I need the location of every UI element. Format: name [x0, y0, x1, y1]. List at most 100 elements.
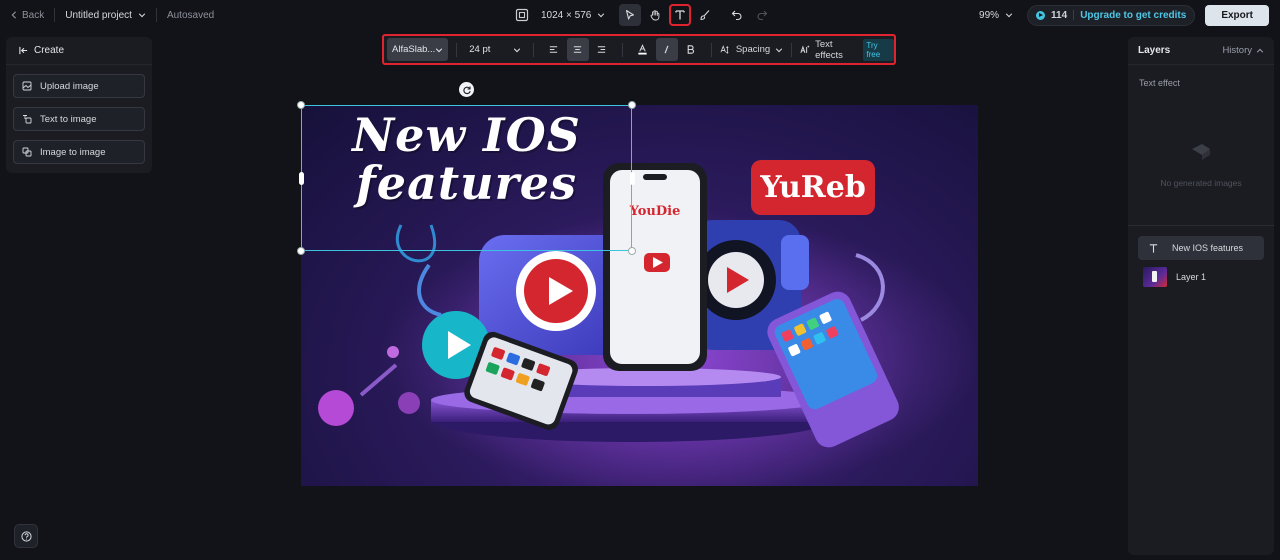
resize-handle-top-left[interactable]: [297, 101, 305, 109]
back-label: Back: [22, 9, 45, 21]
hand-icon: [650, 10, 660, 21]
text-to-image-icon: [23, 115, 32, 124]
layer-thumbnail: [1143, 267, 1167, 287]
canvas-size: 1024 × 576: [541, 9, 592, 21]
bold-icon: [688, 45, 695, 54]
upgrade-credits-button[interactable]: 114 Upgrade to get credits: [1027, 4, 1196, 26]
chevron-down-icon: [598, 13, 605, 18]
chevron-left-icon: [11, 11, 16, 19]
project-name-dropdown[interactable]: Untitled project: [65, 10, 146, 21]
align-center-icon: [574, 46, 582, 53]
text-color-icon: [638, 44, 647, 55]
top-bar-left: Back Untitled project Autosaved: [10, 0, 214, 30]
layer-item-text[interactable]: New IOS features: [1138, 236, 1264, 260]
chevron-down-icon: [436, 47, 443, 52]
history-tab[interactable]: History: [1222, 45, 1264, 56]
text-to-image-label: Text to image: [40, 113, 97, 125]
divider: [1128, 225, 1274, 226]
upload-image-button[interactable]: Upload image: [13, 74, 145, 98]
credits-icon: [1036, 10, 1046, 20]
text-selection-box[interactable]: [301, 105, 632, 251]
project-name: Untitled project: [65, 9, 132, 21]
credits-count: 114: [1051, 9, 1068, 21]
chevron-down-icon: [776, 47, 783, 52]
upgrade-label: Upgrade to get credits: [1080, 9, 1187, 21]
layer-label: New IOS features: [1172, 243, 1244, 253]
layer-item-image[interactable]: Layer 1: [1138, 265, 1264, 289]
upload-image-icon: [22, 81, 32, 91]
resize-handle-top-right[interactable]: [628, 101, 636, 109]
font-family-dropdown[interactable]: AlfaSlab...: [387, 38, 449, 61]
font-size-dropdown[interactable]: 24 pt: [465, 38, 524, 61]
image-to-image-label: Image to image: [40, 146, 106, 158]
text-color-button[interactable]: [632, 38, 654, 61]
font-family-value: AlfaSlab...: [392, 44, 436, 55]
align-center-button[interactable]: [566, 38, 589, 61]
resize-canvas-icon[interactable]: [515, 8, 529, 22]
chevron-down-icon: [513, 47, 520, 52]
sphere-large: [318, 390, 354, 426]
select-tool-button[interactable]: [619, 4, 642, 26]
collapse-left-icon: [19, 46, 28, 55]
resize-handle-left[interactable]: [299, 172, 304, 185]
sphere-tiny: [387, 346, 399, 358]
hand-tool-button[interactable]: [644, 4, 666, 26]
autosave-status: Autosaved: [166, 9, 215, 21]
top-bar-right: 99% 114 Upgrade to get credits Export: [979, 0, 1269, 30]
chevron-down-icon: [1005, 13, 1013, 18]
resize-handle-bottom-right[interactable]: [628, 247, 636, 255]
create-panel-header[interactable]: Create: [6, 37, 152, 65]
back-button[interactable]: Back: [10, 10, 44, 21]
help-icon: [20, 530, 32, 542]
bold-button[interactable]: [680, 38, 702, 61]
top-bar-center: 1024 × 576: [515, 0, 773, 30]
layers-panel: Layers History Text effect No generated …: [1128, 37, 1274, 555]
brush-tool-button[interactable]: [694, 4, 716, 26]
try-free-badge: Try free: [863, 38, 895, 61]
font-size-value: 24 pt: [469, 44, 491, 55]
zoom-dropdown[interactable]: 99%: [979, 10, 1013, 21]
divider: [791, 42, 793, 57]
chevron-down-icon: [138, 13, 146, 18]
align-left-button[interactable]: [543, 38, 565, 61]
divider: [155, 8, 157, 22]
canvas-size-dropdown[interactable]: 1024 × 576: [541, 10, 605, 21]
align-right-icon: [598, 46, 606, 53]
history-label: History: [1222, 45, 1252, 56]
image-to-image-button[interactable]: Image to image: [13, 140, 145, 164]
resize-handle-bottom-left[interactable]: [297, 247, 305, 255]
undo-icon: [732, 10, 742, 21]
text-to-image-button[interactable]: Text to image: [13, 107, 145, 131]
text-tool-button[interactable]: [669, 4, 692, 26]
italic-button[interactable]: [655, 38, 678, 61]
empty-gallery-icon: [1192, 144, 1210, 160]
top-bar: Back Untitled project Autosaved 1024 × 5…: [0, 0, 1280, 30]
italic-icon: [664, 45, 669, 54]
align-right-button[interactable]: [591, 38, 613, 61]
layers-tab[interactable]: Layers: [1138, 45, 1170, 56]
image-to-image-icon: [22, 147, 32, 157]
help-button[interactable]: [14, 524, 38, 548]
resize-handle-right[interactable]: [630, 172, 635, 185]
export-button[interactable]: Export: [1205, 4, 1269, 26]
rotate-handle[interactable]: [459, 82, 474, 97]
rotate-icon: [462, 86, 471, 94]
zoom-level: 99%: [979, 9, 1000, 21]
text-effects-label: Text effects: [815, 38, 843, 61]
divider: [1073, 10, 1075, 20]
text-icon: [675, 10, 685, 20]
undo-button[interactable]: [726, 4, 748, 26]
spacing-label: Spacing: [735, 44, 771, 55]
spacing-dropdown[interactable]: Spacing: [720, 44, 783, 55]
text-layer-icon: [1143, 238, 1163, 258]
redo-button[interactable]: [751, 4, 773, 26]
text-effects-button[interactable]: Text effects Try free: [800, 38, 895, 61]
divider: [532, 42, 534, 57]
ai-text-icon: [800, 45, 810, 53]
spacing-icon: [720, 45, 729, 54]
layers-panel-header: Layers History: [1128, 37, 1274, 65]
divider: [621, 42, 623, 57]
chevron-up-icon: [1256, 48, 1264, 53]
create-panel-title: Create: [34, 45, 65, 56]
device-side: [781, 235, 809, 290]
